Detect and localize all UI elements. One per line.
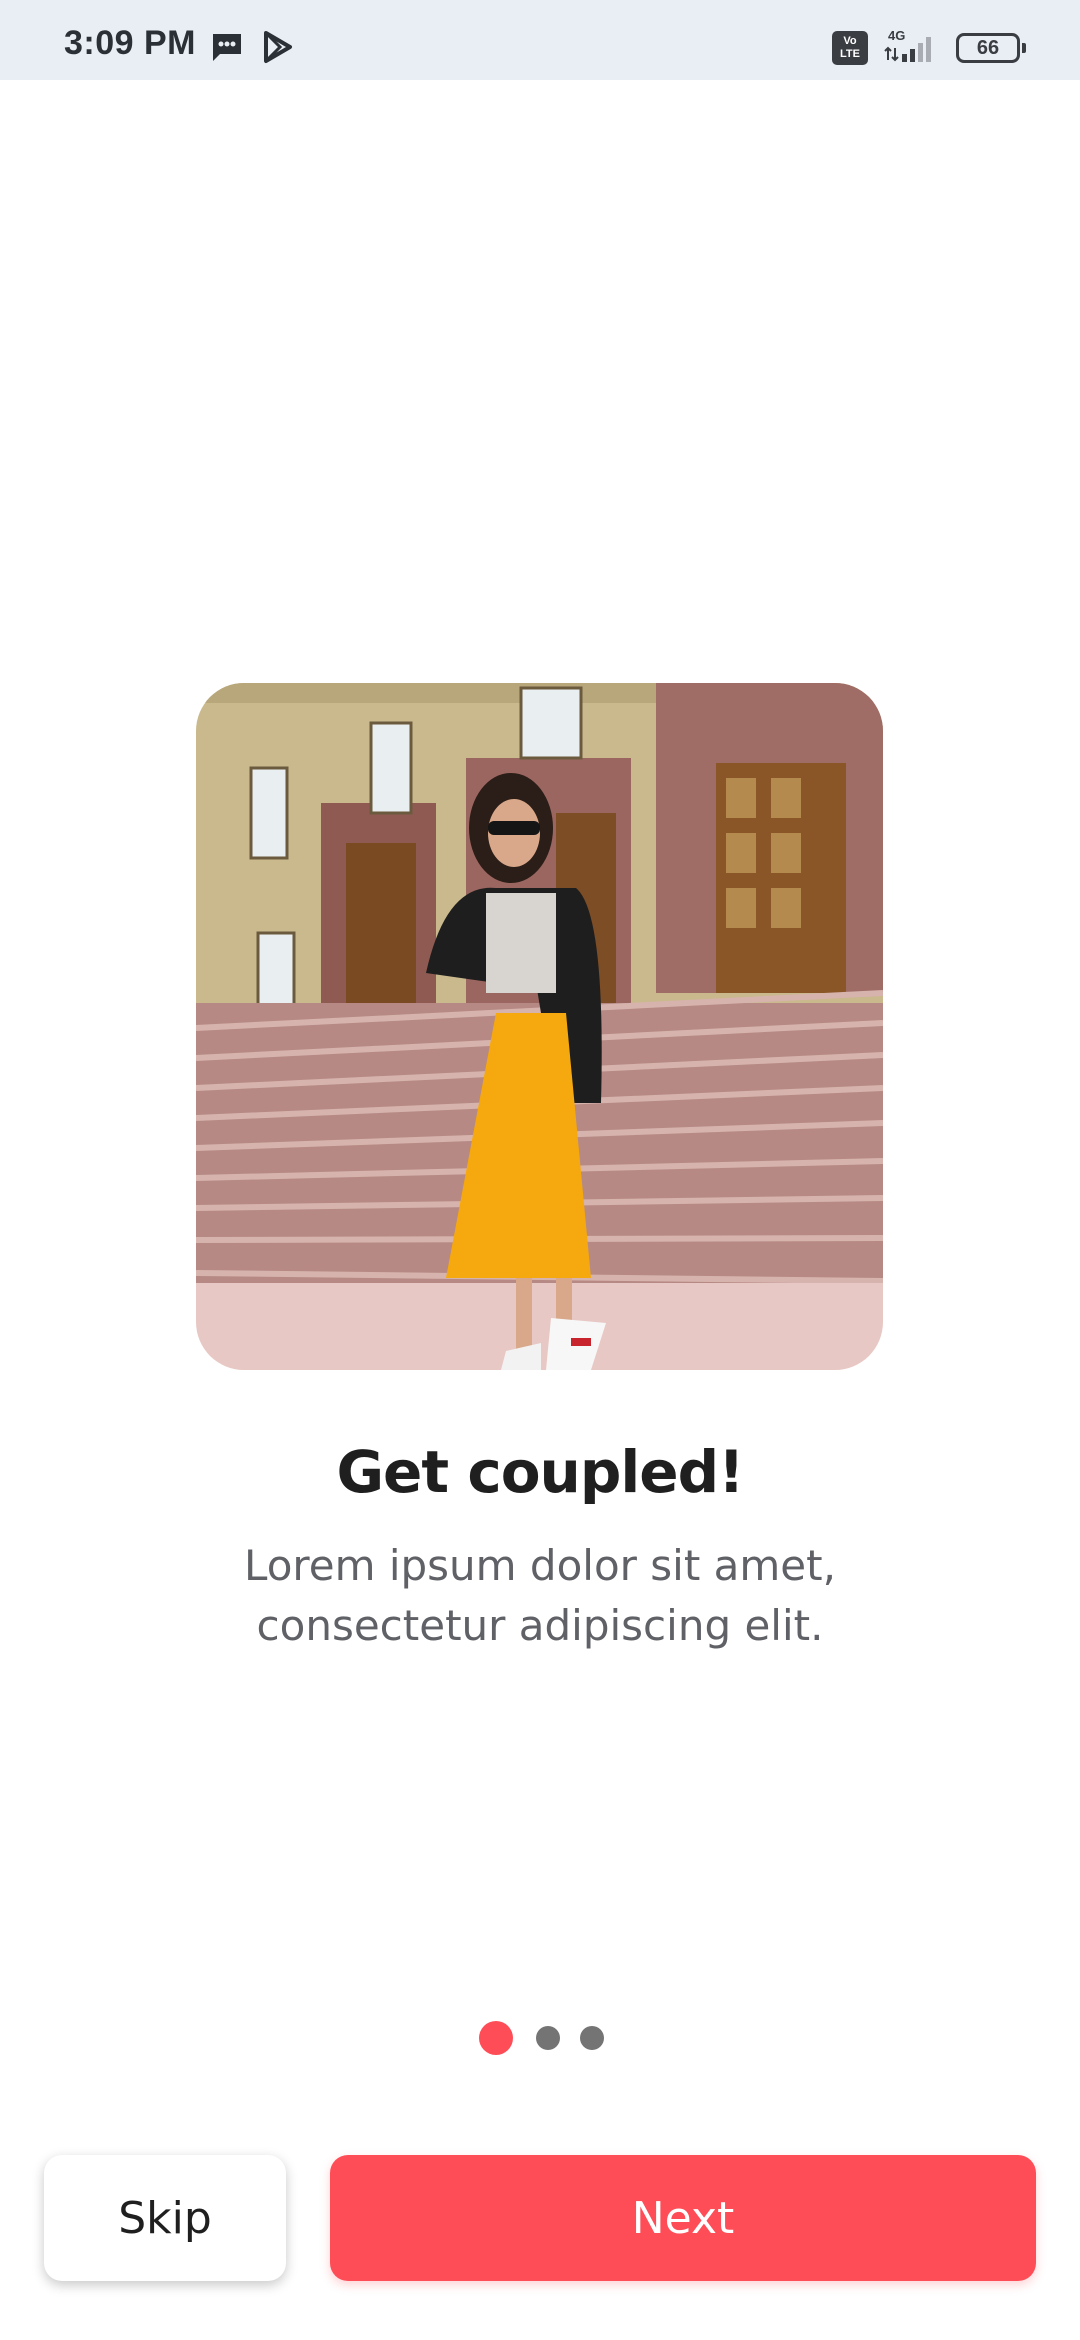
skip-button[interactable]: Skip <box>44 2155 286 2281</box>
status-system-icons: Vo LTE 4G 66 <box>832 28 1026 68</box>
signal-icon: 4G <box>882 28 942 68</box>
page-indicator <box>0 2020 1080 2056</box>
status-bar: 3:09 PM Vo LTE 4G 66 <box>0 0 1080 80</box>
volte-icon: Vo LTE <box>832 31 868 65</box>
onboarding-image <box>196 683 883 1370</box>
play-store-icon <box>262 30 294 68</box>
page-dot[interactable] <box>580 2026 604 2050</box>
status-time: 3:09 PM <box>64 24 196 62</box>
next-button[interactable]: Next <box>330 2155 1036 2281</box>
page-dot[interactable] <box>536 2026 560 2050</box>
battery-icon: 66 <box>956 33 1026 63</box>
message-icon <box>210 31 244 67</box>
page-dot-active[interactable] <box>479 2021 513 2055</box>
battery-level: 66 <box>976 36 1000 59</box>
status-notification-icons <box>210 30 294 68</box>
network-type-label: 4G <box>888 28 905 43</box>
onboarding-subtitle: Lorem ipsum dolor sit amet, consectetur … <box>244 1541 836 1650</box>
onboarding-title: Get coupled! <box>336 1438 744 1506</box>
